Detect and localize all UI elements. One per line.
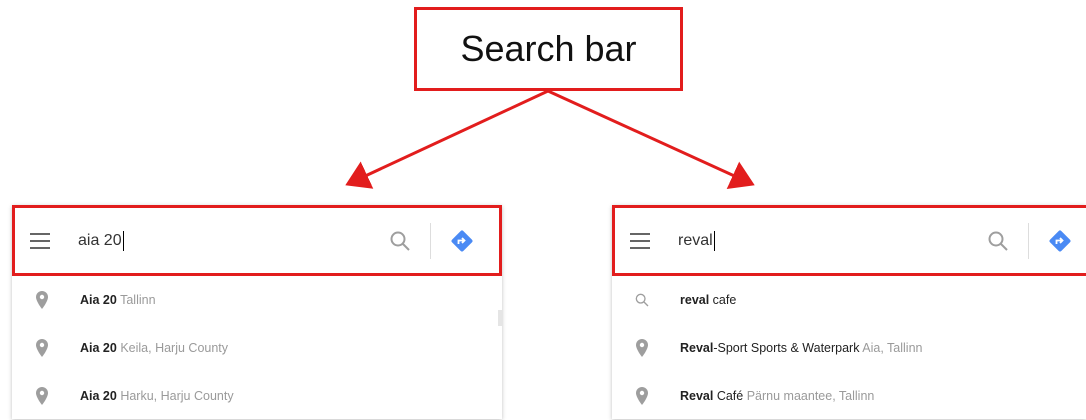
suggestion-main: reval (680, 293, 710, 307)
divider (430, 222, 431, 259)
pin-icon (636, 339, 648, 357)
suggestion-secondary: Aia, Tallinn (859, 341, 923, 355)
arrow-left (345, 89, 549, 189)
suggestion-rest: Café (713, 389, 744, 403)
arrow-right (547, 89, 755, 189)
pin-icon (36, 291, 48, 309)
suggestion-item[interactable]: Aia 20 Tallinn (12, 276, 502, 324)
pin-icon (36, 339, 48, 357)
search-icon[interactable] (388, 229, 412, 253)
search-bar: aia 20 (12, 205, 502, 276)
suggestion-main: Aia 20 (80, 293, 117, 307)
suggestion-main: Reval (680, 341, 714, 355)
left-search-panel: aia 20 Aia 20 Tallinn Aia 20 Keila, Harj… (12, 205, 502, 419)
suggestion-item[interactable]: Aia 20 Keila, Harju County (12, 324, 502, 372)
suggestion-secondary: Tallinn (120, 293, 156, 307)
suggestion-rest: cafe (709, 293, 737, 307)
divider (1028, 222, 1029, 259)
directions-icon[interactable] (449, 228, 475, 254)
suggestion-main: Aia 20 (80, 341, 117, 355)
suggestion-secondary: Harku, Harju County (120, 389, 234, 403)
pin-icon (36, 387, 48, 405)
suggestion-list: Aia 20 Tallinn Aia 20 Keila, Harju Count… (12, 276, 502, 420)
suggestion-secondary: Keila, Harju County (120, 341, 229, 355)
suggestion-item[interactable]: reval cafe (612, 276, 1086, 324)
pin-icon (636, 387, 648, 405)
menu-icon[interactable] (30, 232, 50, 249)
suggestion-item[interactable]: Reval Café Pärnu maantee, Tallinn (612, 372, 1086, 420)
search-query-text: reval (678, 231, 713, 249)
suggestion-list: reval cafe Reval-Sport Sports & Waterpar… (612, 276, 1086, 420)
suggestion-item[interactable]: Aia 20 Harku, Harju County (12, 372, 502, 420)
search-bar: reval (612, 205, 1086, 276)
suggestion-rest: -Sport Sports & Waterpark (713, 341, 860, 355)
suggestion-secondary: Pärnu maantee, Tallinn (743, 389, 875, 403)
menu-icon[interactable] (630, 232, 650, 249)
search-icon[interactable] (986, 229, 1010, 253)
search-input[interactable]: aia 20 (78, 230, 388, 251)
scrollbar[interactable] (498, 310, 502, 326)
right-search-panel: reval reval cafe Reval-Sport Sports & Wa… (612, 205, 1086, 419)
directions-icon[interactable] (1047, 228, 1073, 254)
search-icon (635, 293, 649, 307)
suggestion-main: Aia 20 (80, 389, 117, 403)
suggestion-item[interactable]: Reval-Sport Sports & Waterpark Aia, Tall… (612, 324, 1086, 372)
suggestion-main: Reval (680, 389, 714, 403)
search-query-text: aia 20 (78, 231, 122, 249)
search-input[interactable]: reval (678, 230, 986, 251)
